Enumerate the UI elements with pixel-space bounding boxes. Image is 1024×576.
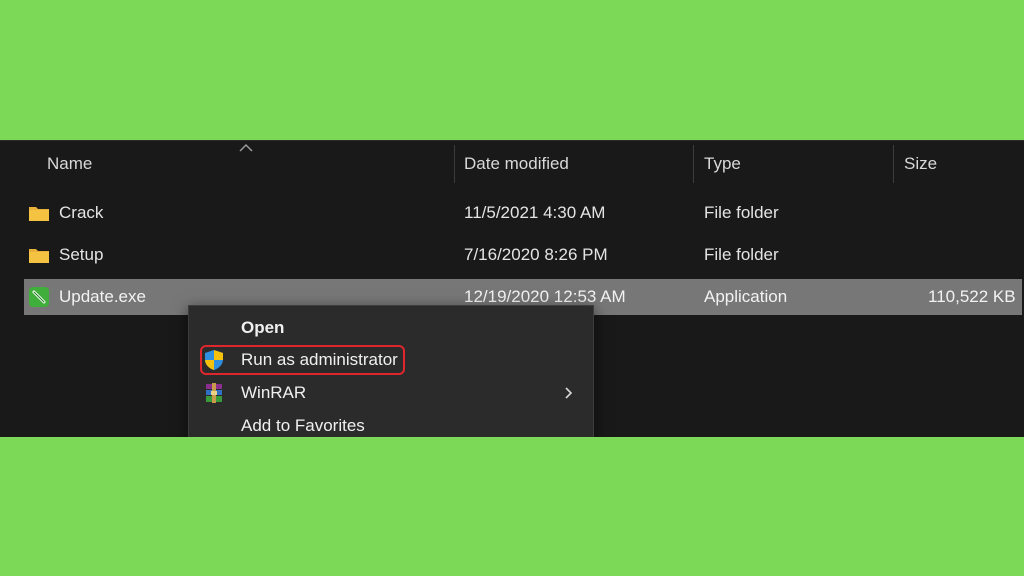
folder-icon [29,249,49,263]
file-explorer-window: Name Date modified Type Size Crack 11/5/… [0,140,1024,437]
file-type: Application [704,287,788,306]
column-divider[interactable] [893,145,894,183]
winrar-icon [206,383,222,403]
chevron-right-icon [565,387,573,399]
menu-item-add-to-favorites[interactable]: Add to Favorites [189,410,593,437]
column-divider[interactable] [454,145,455,183]
menu-item-open[interactable]: Open [189,312,593,344]
column-divider[interactable] [693,145,694,183]
file-name: Setup [59,245,104,264]
file-name: Update.exe [59,287,146,306]
column-header-type[interactable]: Type [704,141,741,185]
context-menu: Open Run as administrator WinRAR Add to … [188,305,594,437]
file-name: Crack [59,203,104,222]
menu-item-label: Add to Favorites [241,416,365,435]
column-header-row: Name Date modified Type Size [0,141,1024,185]
highlight-annotation [200,345,405,375]
file-row-crack[interactable]: Crack 11/5/2021 4:30 AM File folder [24,195,1022,231]
menu-item-winrar[interactable]: WinRAR [189,377,593,409]
app-pen-icon [29,287,49,307]
menu-item-label: Open [241,318,285,337]
file-type: File folder [704,245,779,264]
sort-ascending-icon [239,143,253,152]
file-row-setup[interactable]: Setup 7/16/2020 8:26 PM File folder [24,237,1022,273]
folder-icon [29,207,49,221]
file-date-modified: 7/16/2020 8:26 PM [464,245,608,264]
file-date-modified: 11/5/2021 4:30 AM [464,203,606,222]
column-header-size[interactable]: Size [904,141,937,185]
column-header-date-modified[interactable]: Date modified [464,141,569,185]
menu-item-label: WinRAR [241,383,307,402]
file-type: File folder [704,203,779,222]
file-size: 110,522 KB [928,287,1016,306]
column-header-name[interactable]: Name [47,141,92,185]
